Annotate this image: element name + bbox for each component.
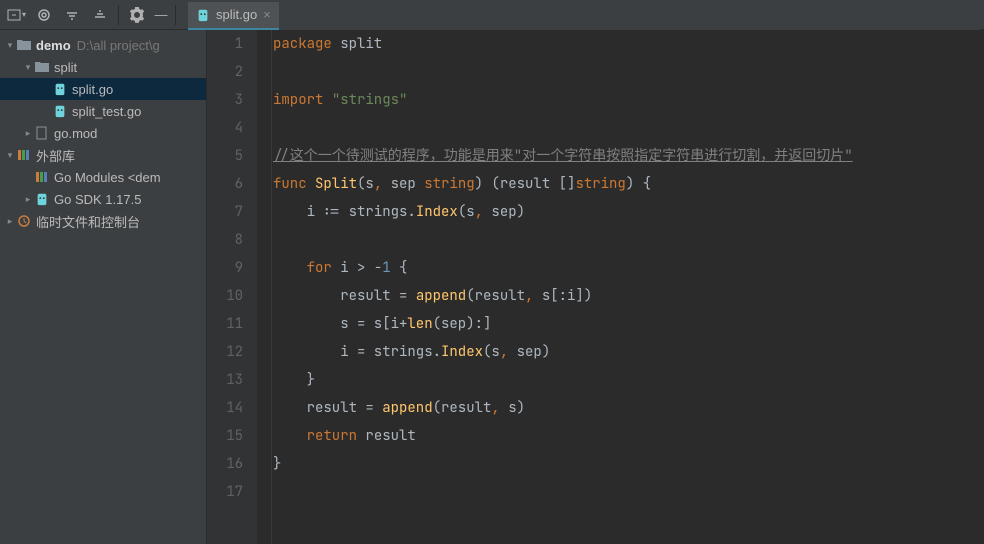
- settings-icon[interactable]: [125, 3, 149, 27]
- code-line[interactable]: [273, 114, 984, 142]
- tree-label: Go SDK 1.17.5: [54, 192, 141, 207]
- line-number: 6: [207, 170, 243, 198]
- go-sdk-icon: [34, 192, 50, 206]
- line-number: 8: [207, 226, 243, 254]
- folder-icon: [34, 61, 50, 73]
- line-number: 2: [207, 58, 243, 86]
- line-number: 5: [207, 142, 243, 170]
- line-number: 15: [207, 422, 243, 450]
- tree-label: 外部库: [36, 146, 75, 165]
- code-line[interactable]: import "strings": [273, 86, 984, 114]
- line-number: 4: [207, 114, 243, 142]
- code-area[interactable]: package split import "strings" //这个一个待测试的程…: [257, 30, 984, 544]
- chevron-down-icon: ▾: [4, 150, 16, 161]
- chevron-down-icon: ▾: [4, 40, 16, 51]
- code-line[interactable]: }: [273, 366, 984, 394]
- code-line[interactable]: [273, 58, 984, 86]
- code-line[interactable]: for i > -1 {: [273, 254, 984, 282]
- target-icon[interactable]: [32, 3, 56, 27]
- tree-label: Go Modules <dem: [54, 170, 161, 185]
- code-line[interactable]: package split: [273, 30, 984, 58]
- file-icon: [34, 126, 50, 140]
- gutter: 1234567891011121314151617: [207, 30, 257, 544]
- code-line[interactable]: [273, 226, 984, 254]
- toolbar-separator: [118, 5, 119, 25]
- hide-icon[interactable]: —: [153, 3, 169, 27]
- project-tree: ▾ demo D:\all project\g ▾ split split.go…: [0, 30, 206, 232]
- go-file-icon: [196, 8, 210, 22]
- project-sidebar: ▾ demo D:\all project\g ▾ split split.go…: [0, 30, 207, 544]
- code-line[interactable]: result = append(result, s): [273, 394, 984, 422]
- tree-node-split-test-go[interactable]: split_test.go: [0, 100, 206, 122]
- go-file-icon: [52, 104, 68, 118]
- chevron-right-icon: ▸: [22, 194, 34, 205]
- tree-node-scratches[interactable]: ▸ 临时文件和控制台: [0, 210, 206, 232]
- library-icon: [16, 148, 32, 162]
- code-line[interactable]: }: [273, 450, 984, 478]
- indent-guide: [271, 30, 272, 544]
- code-line[interactable]: [273, 478, 984, 506]
- go-file-icon: [52, 82, 68, 96]
- line-number: 17: [207, 478, 243, 506]
- tree-label: split.go: [72, 82, 113, 97]
- line-number: 10: [207, 282, 243, 310]
- toolbar-separator-2: [175, 5, 176, 25]
- tree-node-split-go[interactable]: split.go: [0, 78, 206, 100]
- code-line[interactable]: //这个一个待测试的程序，功能是用来"对一个字符串按照指定字符串进行切割，并返回…: [273, 142, 984, 170]
- editor-tab-split-go[interactable]: split.go ×: [188, 2, 279, 30]
- tree-node-external-libs[interactable]: ▾ 外部库: [0, 144, 206, 166]
- tree-node-go-mod[interactable]: ▸ go.mod: [0, 122, 206, 144]
- scratches-icon: [16, 214, 32, 228]
- chevron-right-icon: ▸: [4, 216, 16, 227]
- tree-label: split_test.go: [72, 104, 141, 119]
- select-open-file-button[interactable]: ▾: [4, 3, 28, 27]
- line-number: 14: [207, 394, 243, 422]
- expand-all-icon[interactable]: [60, 3, 84, 27]
- line-number: 11: [207, 310, 243, 338]
- tree-node-go-sdk[interactable]: ▸ Go SDK 1.17.5: [0, 188, 206, 210]
- folder-icon: [16, 39, 32, 51]
- code-line[interactable]: return result: [273, 422, 984, 450]
- code-line[interactable]: s = s[i+len(sep):]: [273, 310, 984, 338]
- line-number: 13: [207, 366, 243, 394]
- line-number: 3: [207, 86, 243, 114]
- tree-node-demo[interactable]: ▾ demo D:\all project\g: [0, 34, 206, 56]
- tree-label: split: [54, 60, 77, 75]
- tree-label: 临时文件和控制台: [36, 212, 140, 231]
- tree-path: D:\all project\g: [77, 38, 160, 53]
- library-icon: [34, 170, 50, 184]
- collapse-all-icon[interactable]: [88, 3, 112, 27]
- code-line[interactable]: i := strings.Index(s, sep): [273, 198, 984, 226]
- chevron-right-icon: ▸: [22, 128, 34, 139]
- line-number: 7: [207, 198, 243, 226]
- code-editor[interactable]: 1234567891011121314151617 package spliti…: [207, 30, 984, 544]
- line-number: 12: [207, 338, 243, 366]
- chevron-down-icon: ▾: [22, 62, 34, 73]
- tree-node-split-folder[interactable]: ▾ split: [0, 56, 206, 78]
- code-line[interactable]: func Split(s, sep string) (result []stri…: [273, 170, 984, 198]
- tree-label: demo: [36, 38, 71, 53]
- close-tab-icon[interactable]: ×: [263, 7, 271, 22]
- tree-label: go.mod: [54, 126, 97, 141]
- code-line[interactable]: result = append(result, s[:i]): [273, 282, 984, 310]
- tree-node-go-modules[interactable]: Go Modules <dem: [0, 166, 206, 188]
- line-number: 1: [207, 30, 243, 58]
- line-number: 16: [207, 450, 243, 478]
- code-line[interactable]: i = strings.Index(s, sep): [273, 338, 984, 366]
- main-area: ▾ demo D:\all project\g ▾ split split.go…: [0, 30, 984, 544]
- line-number: 9: [207, 254, 243, 282]
- tab-label: split.go: [216, 7, 257, 22]
- toolbar: ▾ — split.go ×: [0, 0, 984, 30]
- tab-bar: split.go ×: [188, 0, 980, 30]
